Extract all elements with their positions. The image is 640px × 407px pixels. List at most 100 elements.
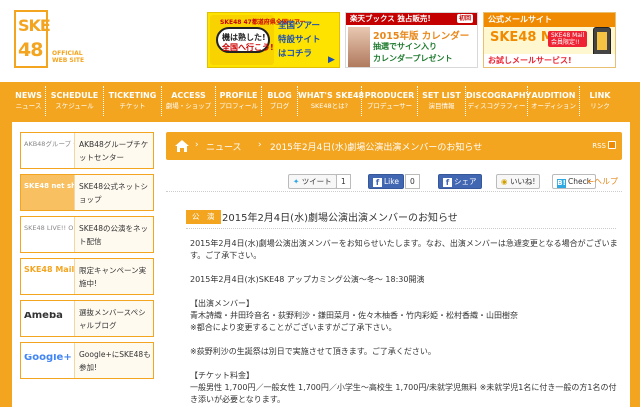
mail-badge-line1: SKE48 Mail	[551, 32, 585, 39]
nav-item-en-label: BLOG	[267, 91, 292, 100]
sidebar-item-label: 限定キャンペーン実施中!	[79, 266, 147, 288]
tour-art-line2: 全国へ行こう!	[222, 43, 274, 52]
phone-icon	[593, 27, 611, 57]
article-paragraph: ※荻野利沙の生誕祭は別日で実施させて頂きます。ご了承ください。	[190, 347, 436, 356]
sidebar-thumb: SKE48 Mail	[21, 259, 75, 294]
facebook-like-button[interactable]: f Like	[368, 174, 404, 189]
rss-icon	[608, 141, 616, 149]
nav-item-ja-label: ニュース	[15, 102, 42, 110]
nav-item-link[interactable]: LINK リンク	[580, 86, 620, 116]
nav-item-discography[interactable]: DISCOGRAPHY ディスコグラフィー	[466, 86, 531, 116]
nav-item-en-label: LINK	[589, 91, 611, 100]
calendar-line-2: 抽選でサイン入り	[373, 42, 437, 51]
sidebar-item-label: AKB48グループチケットセンター	[79, 140, 149, 162]
rss-link[interactable]: RSS	[592, 141, 616, 150]
facebook-share-button[interactable]: f シェア	[438, 174, 482, 189]
mail-banner[interactable]: 公式メールサイト SKE48 Mail SKE48 Mail 会員限定!! お試…	[483, 12, 616, 68]
category-badge: 公 演	[186, 210, 221, 224]
mixi-iine-button[interactable]: ◉ いいね!	[496, 174, 541, 189]
members-list: 青木詩織・井田玲音名・荻野利沙・鎌田菜月・佐々木柚香・竹内彩姫・松村香織・山田樹…	[190, 311, 518, 320]
breadcrumb-separator: ›	[195, 140, 199, 150]
content-area: AKB48グループ チケットセンター AKB48グループチケットセンター SKE48…	[12, 122, 630, 407]
nav-item-en-label: SET LIST	[422, 91, 461, 100]
home-icon[interactable]	[174, 139, 190, 153]
mixi-icon: ◉	[501, 177, 508, 186]
mail-banner-top: 公式メールサイト	[484, 13, 615, 27]
nav-item-audition[interactable]: AUDITION オーディション	[528, 86, 580, 116]
twitter-bird-icon: ✦	[293, 177, 300, 186]
nav-item-ja-label: 演目情報	[428, 102, 455, 110]
sidebar-thumb-text: AKB48グループ チケットセンター	[24, 140, 74, 148]
sidebar-item[interactable]: SKE48 net shop SKE48公式ネットショップ	[20, 174, 154, 211]
logo-mark: SKE 48	[14, 10, 51, 68]
calendar-banner-top-text: 楽天ブックス 独占販売!	[350, 14, 431, 23]
nav-item-profile[interactable]: PROFILE プロフィール	[216, 86, 262, 116]
sidebar-item[interactable]: Google+ Google+にSKE48も参加!	[20, 342, 154, 379]
tour-banner-art: SKE48 47都道府県全国ツアー 機は熟した! 全国へ行こう!	[210, 15, 306, 65]
nav-item-en-label: TICKETING	[108, 91, 157, 100]
nav-item-ja-label: スケジュール	[55, 102, 94, 110]
nav-item-ja-label: ディスコグラフィー	[467, 102, 526, 110]
member-photo	[348, 27, 370, 67]
help-link[interactable]: ←ヘルプ	[587, 176, 618, 187]
sidebar-item[interactable]: AKB48グループ チケットセンター AKB48グループチケットセンター	[20, 132, 154, 169]
mail-banner-bottom: お試しメールサービス!	[484, 54, 615, 67]
sidebar-thumb-text: Google+	[24, 354, 72, 362]
nav-item-en-label: WHAT'S SKE48	[298, 91, 365, 100]
nav-item-producer[interactable]: PRODUCER プロデューサー	[362, 86, 418, 116]
article-title: 2015年2月4日(水)劇場公演出演メンバーのお知らせ	[222, 213, 458, 224]
nav-item-access[interactable]: ACCESS 劇場・ショップ	[162, 86, 216, 116]
tweet-button[interactable]: ✦ ツイート	[288, 174, 337, 189]
sidebar-item[interactable]: Ameba 選抜メンバースペシャルブログ	[20, 300, 154, 337]
tweet-label: ツイート	[301, 177, 332, 186]
sidebar-thumb-text: SKE48 LIVE!! ON DEMAND	[24, 224, 74, 232]
tour-line-1: 全国ツアー	[278, 21, 320, 31]
nav-item-blog[interactable]: BLOG ブログ	[262, 86, 298, 116]
ske48-logo[interactable]: SKE 48 OFFICIAL WEB SITE	[14, 10, 92, 74]
article-paragraph: 2015年2月4日(水)SKE48 アップカミング公演〜冬〜 18:30開演	[190, 275, 425, 284]
logo-sub-1: OFFICIAL	[52, 50, 83, 57]
global-nav: NEWS ニュース SCHEDULE スケジュール TICKETING チケット ACCES…	[12, 86, 630, 116]
sidebar: AKB48グループ チケットセンター AKB48グループチケットセンター SKE48…	[20, 132, 154, 384]
sidebar-item[interactable]: SKE48 Mail 限定キャンペーン実施中!	[20, 258, 154, 295]
nav-item-schedule[interactable]: SCHEDULE スケジュール	[46, 86, 104, 116]
sidebar-thumb: Google+	[21, 343, 75, 378]
nav-item-news[interactable]: NEWS ニュース	[12, 86, 46, 116]
nav-item-ja-label: ブログ	[269, 102, 290, 110]
nav-item-what-s-ske48[interactable]: WHAT'S SKE48 SKE48とは?	[298, 86, 365, 116]
members-note: ※都合により変更することがございますがご了承下さい。	[190, 323, 397, 332]
ticket-prices: 一般男性 1,700円／一般女性 1,700円／小学生〜高校生 1,700円/未…	[190, 383, 617, 404]
logo-subtitle: OFFICIAL WEB SITE	[52, 50, 84, 64]
sidebar-thumb-text: SKE48 net shop	[24, 182, 74, 190]
nav-item-ja-label: プロフィール	[219, 102, 258, 110]
mail-badge-line2: 会員限定!!	[551, 39, 580, 46]
nav-item-en-label: AUDITION	[531, 91, 576, 100]
nav-item-ja-label: 劇場・ショップ	[165, 102, 212, 110]
sidebar-item-label: 選抜メンバースペシャルブログ	[79, 308, 146, 330]
breadcrumb-news-link[interactable]: ニュース	[206, 140, 242, 153]
nav-item-ticketing[interactable]: TICKETING チケット	[104, 86, 162, 116]
calendar-corner-badge: 初回	[456, 14, 473, 23]
sidebar-item[interactable]: SKE48 LIVE!! ON DEMAND SKE48の公演をネット配信	[20, 216, 154, 253]
nav-item-ja-label: チケット	[119, 102, 146, 110]
logo-text-1: SKE	[18, 16, 51, 35]
facebook-icon: f	[373, 178, 382, 187]
sidebar-thumb: Ameba	[21, 301, 75, 336]
iine-label: いいね!	[509, 177, 536, 186]
like-label: Like	[384, 177, 399, 186]
nav-item-en-label: PROFILE	[219, 91, 258, 100]
sidebar-item-label: SKE48公式ネットショップ	[79, 182, 148, 204]
nav-item-en-label: SCHEDULE	[50, 91, 99, 100]
mail-member-badge: SKE48 Mail 会員限定!!	[548, 31, 588, 47]
nav-item-en-label: NEWS	[15, 91, 42, 100]
like-count: 0	[405, 174, 420, 189]
calendar-banner[interactable]: 楽天ブックス 独占販売! 初回 2015年版 カレンダー 抽選でサイン入り カレ…	[345, 12, 478, 68]
calendar-line-1: 2015年版 カレンダー	[373, 31, 470, 42]
nav-item-ja-label: リンク	[590, 102, 610, 110]
sidebar-item-label: Google+にSKE48も参加!	[79, 350, 151, 372]
tweet-count: 1	[336, 174, 351, 189]
sidebar-thumb: SKE48 LIVE!! ON DEMAND	[21, 217, 75, 252]
tour-banner[interactable]: SKE48 47都道府県全国ツアー 機は熟した! 全国へ行こう! 全国ツアー 特…	[207, 12, 340, 68]
nav-item-set-list[interactable]: SET LIST 演目情報	[418, 86, 466, 116]
tour-line-2: 特設サイト	[278, 35, 321, 45]
